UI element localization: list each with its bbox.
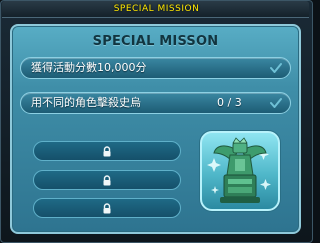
mission-row-1[interactable]: 獲得活動分數10,000分 xyxy=(20,57,291,79)
locked-mission-slot-1[interactable] xyxy=(33,141,181,161)
lock-icon xyxy=(103,175,111,186)
check-icon xyxy=(270,98,282,108)
mission-2-progress: 0 / 3 xyxy=(217,96,242,109)
locked-mission-slot-2[interactable] xyxy=(33,170,181,190)
panel-header: SPECIAL MISSON xyxy=(92,34,219,49)
mission-1-text: 獲得活動分數10,000分 xyxy=(31,61,147,74)
lock-icon xyxy=(103,146,111,157)
lock-icon xyxy=(103,203,111,214)
green-statue-reward-icon xyxy=(207,137,271,203)
mission-row-2[interactable]: 用不同的角色擊殺史烏 0 / 3 xyxy=(20,92,291,114)
locked-mission-slot-3[interactable] xyxy=(33,198,181,218)
mission-2-text: 用不同的角色擊殺史烏 xyxy=(31,96,141,109)
reward-slot[interactable] xyxy=(200,131,280,211)
window-title: SPECIAL MISSION xyxy=(113,4,200,14)
check-icon xyxy=(270,63,282,73)
